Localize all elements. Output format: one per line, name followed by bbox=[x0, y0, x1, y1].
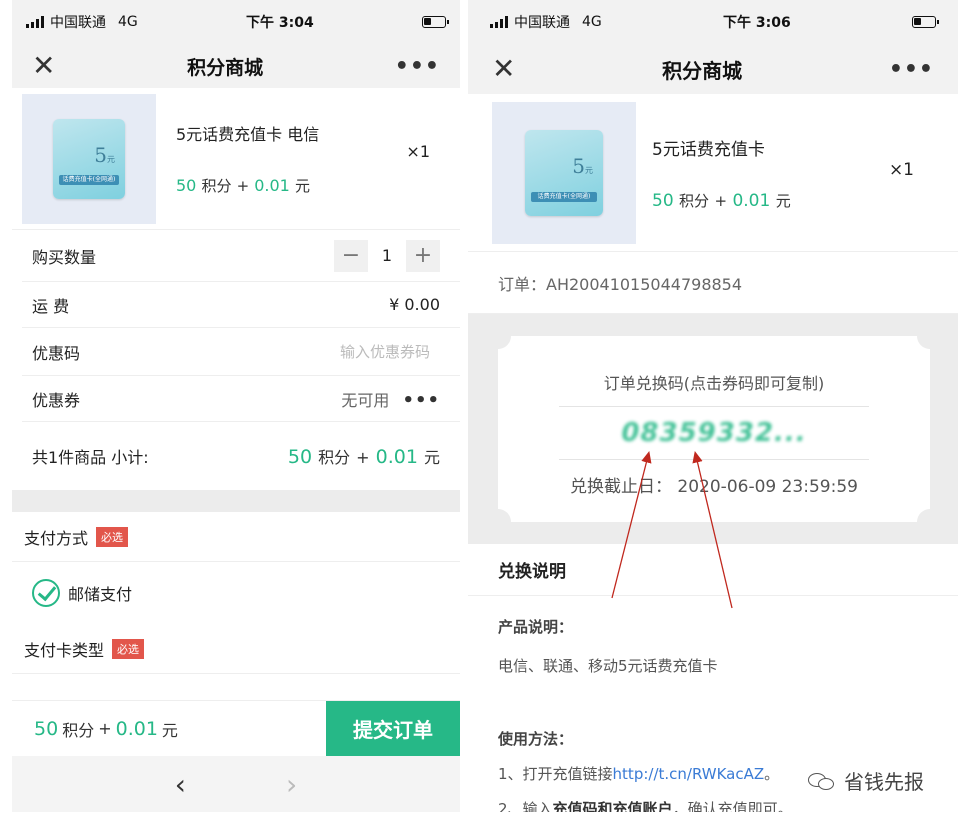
subtotal-label: 共1件商品 小计: bbox=[32, 448, 149, 467]
card-type-header: 支付卡类型 必选 bbox=[12, 624, 460, 674]
product-qty: ×1 bbox=[406, 142, 430, 161]
usage-step-2: 2、输入充值码和充值账户，确认充值即可。 bbox=[498, 800, 793, 812]
product-summary: 5元 话费充值卡(全网通) 5元话费充值卡 电信 50 积分 + 0.01 元 … bbox=[12, 88, 460, 230]
product-name: 5元话费充值卡 电信 bbox=[176, 125, 320, 144]
coupon-value: 无可用 bbox=[341, 390, 390, 410]
quantity-value: 1 bbox=[381, 246, 393, 265]
product-summary: 5元 话费充值卡(全网通) 5元话费充值卡 50 积分 + 0.01 元 ×1 bbox=[468, 94, 958, 252]
checkout-total: 50 积分 + 0.01 元 bbox=[34, 717, 178, 740]
coupon-code-row[interactable]: 优惠码 输入优惠券码 bbox=[22, 328, 460, 376]
quantity-label: 购买数量 bbox=[32, 247, 97, 267]
watermark: 省钱先报 bbox=[808, 766, 924, 795]
more-icon[interactable]: ••• bbox=[889, 57, 934, 82]
carrier-label: 中国联通 bbox=[514, 15, 570, 31]
clock: 下午 3:06 bbox=[723, 15, 791, 31]
network-label: 4G bbox=[118, 14, 138, 30]
product-desc-heading: 产品说明： bbox=[498, 618, 574, 636]
product-thumbnail: 5元 话费充值卡(全网通) bbox=[22, 93, 156, 224]
status-bar: 中国联通 4G 下午 3:04 bbox=[12, 0, 460, 44]
page-title: 积分商城 bbox=[187, 56, 264, 79]
instructions-title: 兑换说明 bbox=[468, 544, 958, 596]
recharge-link[interactable]: http://t.cn/RWKacAZ bbox=[613, 765, 765, 783]
coupon-row[interactable]: 优惠券 无可用 ••• bbox=[22, 376, 460, 422]
subtotal-value: 50 积分 + 0.01 元 bbox=[287, 446, 440, 468]
redeem-code[interactable]: 08359332... bbox=[621, 418, 806, 448]
payment-option-label: 邮储支付 bbox=[68, 585, 133, 604]
carrier-label: 中国联通 bbox=[50, 15, 106, 31]
ticket-area: 订单兑换码(点击券码即可复制) 08359332... 兑换截止日： 2020-… bbox=[468, 314, 958, 544]
required-badge: 必选 bbox=[96, 526, 129, 547]
coupon-code-label: 优惠码 bbox=[32, 343, 81, 363]
network-label: 4G bbox=[582, 14, 602, 30]
checkout-screen: 中国联通 4G 下午 3:04 ✕ 积分商城 ••• 5元 话费充值卡(全网通)… bbox=[12, 0, 460, 812]
quantity-row: 购买数量 − 1 + bbox=[22, 230, 460, 282]
forward-icon[interactable]: › bbox=[286, 768, 297, 801]
nav-bar: ✕ 积分商城 ••• bbox=[468, 44, 958, 94]
product-price: 50 积分 + 0.01 元 bbox=[652, 190, 791, 211]
more-icon[interactable]: ••• bbox=[395, 54, 440, 79]
checkout-bar: 50 积分 + 0.01 元 提交订单 bbox=[12, 700, 460, 756]
product-name: 5元话费充值卡 bbox=[652, 139, 765, 160]
signal-icon bbox=[26, 16, 44, 28]
status-bar: 中国联通 4G 下午 3:06 bbox=[468, 0, 958, 44]
close-icon[interactable]: ✕ bbox=[492, 55, 515, 83]
close-icon[interactable]: ✕ bbox=[32, 52, 55, 80]
card-type-label: 支付卡类型 bbox=[24, 640, 105, 660]
more-icon[interactable]: ••• bbox=[402, 390, 440, 411]
shipping-label: 运 费 bbox=[32, 296, 70, 316]
coupon-code-input[interactable]: 输入优惠券码 bbox=[340, 341, 430, 362]
check-circle-icon bbox=[32, 579, 60, 607]
decrement-button[interactable]: − bbox=[334, 239, 368, 272]
increment-button[interactable]: + bbox=[406, 239, 440, 272]
back-icon[interactable]: ‹ bbox=[175, 768, 186, 801]
quantity-stepper[interactable]: − 1 + bbox=[334, 239, 440, 272]
redeem-ticket: 订单兑换码(点击券码即可复制) 08359332... 兑换截止日： 2020-… bbox=[485, 323, 943, 535]
payment-option[interactable]: 邮储支付 bbox=[12, 562, 460, 624]
recharge-card-image: 5元 话费充值卡(全网通) bbox=[53, 118, 125, 199]
clock: 下午 3:04 bbox=[246, 15, 314, 31]
nav-bar: ✕ 积分商城 ••• bbox=[12, 44, 460, 88]
coupon-label: 优惠券 bbox=[32, 390, 81, 410]
browser-toolbar: ‹ › bbox=[12, 756, 460, 812]
redeem-deadline: 兑换截止日： 2020-06-09 23:59:59 bbox=[570, 477, 858, 497]
ticket-title: 订单兑换码(点击券码即可复制) bbox=[603, 374, 825, 393]
usage-heading: 使用方法： bbox=[498, 730, 574, 748]
payment-method-label: 支付方式 bbox=[24, 528, 89, 548]
product-desc-text: 电信、联通、移动5元话费充值卡 bbox=[498, 657, 718, 675]
section-divider bbox=[12, 490, 460, 512]
payment-method-header: 支付方式 必选 bbox=[12, 512, 460, 562]
order-number: 订单：AH20041015044798854 bbox=[468, 252, 958, 314]
required-badge: 必选 bbox=[112, 638, 145, 659]
product-price: 50 积分 + 0.01 元 bbox=[176, 176, 310, 195]
subtotal-row: 共1件商品 小计: 50 积分 + 0.01 元 bbox=[22, 422, 460, 490]
product-qty: ×1 bbox=[888, 160, 914, 180]
order-detail-screen: 中国联通 4G 下午 3:06 ✕ 积分商城 ••• 5元 话费充值卡(全网通)… bbox=[468, 0, 958, 812]
watermark-text: 省钱先报 bbox=[844, 770, 924, 794]
battery-icon bbox=[912, 16, 939, 28]
recharge-card-image: 5元 话费充值卡(全网通) bbox=[525, 129, 603, 216]
signal-icon bbox=[490, 16, 508, 28]
page-title: 积分商城 bbox=[662, 58, 743, 83]
battery-icon bbox=[422, 16, 449, 28]
shipping-row: 运 费 ¥ 0.00 bbox=[22, 282, 460, 328]
submit-order-button[interactable]: 提交订单 bbox=[326, 701, 460, 756]
wechat-icon bbox=[808, 771, 836, 791]
product-thumbnail: 5元 话费充值卡(全网通) bbox=[492, 101, 636, 244]
shipping-value: ¥ 0.00 bbox=[389, 295, 440, 314]
